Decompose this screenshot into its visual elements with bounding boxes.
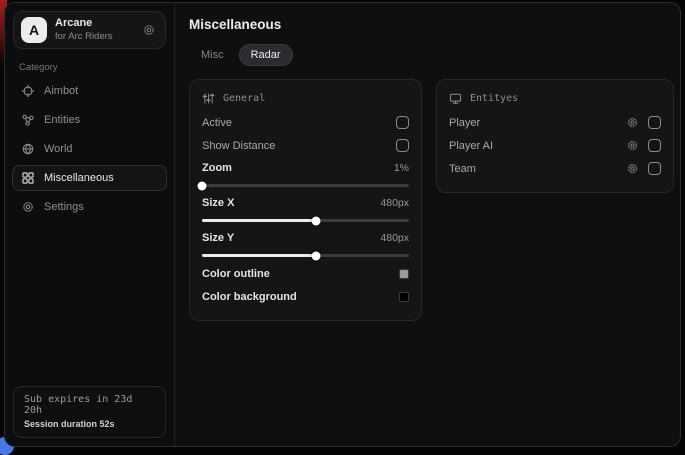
- globe-icon: [21, 142, 35, 156]
- page-title: Miscellaneous: [189, 17, 674, 32]
- monitor-icon: [449, 92, 462, 105]
- row-player: Player: [449, 111, 661, 134]
- tab-radar[interactable]: Radar: [239, 44, 293, 66]
- sidebar-item-label: Entities: [44, 114, 80, 126]
- card-title: Entityes: [470, 93, 518, 104]
- brand-logo: A: [21, 17, 47, 43]
- gear-icon[interactable]: [142, 23, 156, 37]
- row-label: Color background: [202, 291, 297, 303]
- sidebar-item-label: Settings: [44, 201, 84, 213]
- brand-text: Arcane for Arc Riders: [55, 17, 113, 43]
- slider-value: 480px: [380, 232, 409, 244]
- row-team: Team: [449, 157, 661, 180]
- slider-value: 1%: [394, 162, 409, 174]
- slider-label: Size X: [202, 197, 234, 209]
- color-swatch-color-outline[interactable]: [399, 269, 409, 279]
- sidebar-item-entities[interactable]: Entities: [12, 107, 167, 133]
- row-color-outline: Color outline: [202, 262, 409, 285]
- sidebar-item-aimbot[interactable]: Aimbot: [12, 78, 167, 104]
- slider-label: Zoom: [202, 162, 232, 174]
- sliders-icon: [202, 92, 215, 105]
- row-label: Player: [449, 117, 480, 129]
- sidebar-item-settings[interactable]: Settings: [12, 194, 167, 220]
- card-general: General Active Show Distance Zoom 1% Size X 48…: [189, 79, 422, 321]
- card-title: General: [223, 93, 265, 104]
- checkbox-player-ai[interactable]: [648, 139, 661, 152]
- checkbox-team[interactable]: [648, 162, 661, 175]
- sidebar-item-miscellaneous[interactable]: Miscellaneous: [12, 165, 167, 191]
- slider-size-x: Size X 480px: [202, 192, 409, 227]
- slider-zoom: Zoom 1%: [202, 157, 409, 192]
- row-label: Active: [202, 117, 232, 129]
- gear-icon: [21, 200, 35, 214]
- sidebar-nav: Aimbot Entities World Miscellaneous Settings: [5, 78, 174, 220]
- main-panel: Miscellaneous MiscRadar General Active Sho…: [175, 3, 681, 446]
- row-label: Show Distance: [202, 140, 275, 152]
- checkbox-show-distance[interactable]: [396, 139, 409, 152]
- slider-head: Zoom 1%: [202, 159, 409, 177]
- checkbox-player[interactable]: [648, 116, 661, 129]
- category-label: Category: [19, 62, 160, 73]
- gear-icon[interactable]: [142, 23, 156, 37]
- brand-name: Arcane: [55, 17, 113, 31]
- sidebar: A Arcane for Arc Riders Category Aimbot E…: [5, 3, 175, 446]
- row-controls: [626, 162, 661, 175]
- color-swatch-color-background[interactable]: [399, 292, 409, 302]
- gear-icon: [626, 116, 639, 129]
- row-active: Active: [202, 111, 409, 134]
- brand-card: A Arcane for Arc Riders: [13, 11, 166, 49]
- subscription-card: Sub expires in 23d 20h Session duration …: [13, 386, 166, 438]
- slider-track-size-x[interactable]: [202, 219, 409, 222]
- card-header: Entityes: [449, 92, 661, 105]
- slider-fill: [202, 254, 316, 257]
- gear-icon: [626, 139, 639, 152]
- slider-size-y: Size Y 480px: [202, 227, 409, 262]
- card-entityes: Entityes Player Player AI Team: [436, 79, 674, 193]
- subscription-expiry: Sub expires in 23d 20h: [24, 394, 155, 416]
- gear-icon[interactable]: [626, 139, 639, 152]
- slider-head: Size X 480px: [202, 194, 409, 212]
- brand-subtitle: for Arc Riders: [55, 31, 113, 43]
- row-show-distance: Show Distance: [202, 134, 409, 157]
- row-player-ai: Player AI: [449, 134, 661, 157]
- sidebar-item-label: World: [44, 143, 73, 155]
- row-controls: [626, 116, 661, 129]
- slider-track-zoom[interactable]: [202, 184, 409, 187]
- slider-label: Size Y: [202, 232, 234, 244]
- nodes-icon: [21, 113, 35, 127]
- card-header: General: [202, 92, 409, 105]
- row-label: Team: [449, 163, 476, 175]
- tab-misc[interactable]: Misc: [189, 44, 236, 66]
- gear-icon[interactable]: [626, 116, 639, 129]
- session-duration: Session duration 52s: [24, 419, 155, 429]
- slider-thumb[interactable]: [311, 216, 320, 225]
- tab-bar: MiscRadar: [189, 44, 674, 66]
- row-label: Player AI: [449, 140, 493, 152]
- gear-icon: [626, 162, 639, 175]
- arcane-menu-window: A Arcane for Arc Riders Category Aimbot E…: [4, 2, 681, 447]
- grid-icon: [21, 171, 35, 185]
- slider-fill: [202, 219, 316, 222]
- row-label: Color outline: [202, 268, 270, 280]
- row-color-background: Color background: [202, 285, 409, 308]
- sidebar-item-label: Aimbot: [44, 85, 78, 97]
- crosshair-icon: [21, 84, 35, 98]
- slider-thumb[interactable]: [311, 251, 320, 260]
- checkbox-active[interactable]: [396, 116, 409, 129]
- gear-icon[interactable]: [626, 162, 639, 175]
- cards-container: General Active Show Distance Zoom 1% Size X 48…: [189, 79, 674, 321]
- slider-value: 480px: [380, 197, 409, 209]
- slider-head: Size Y 480px: [202, 229, 409, 247]
- sidebar-item-label: Miscellaneous: [44, 172, 114, 184]
- slider-thumb[interactable]: [198, 181, 207, 190]
- slider-track-size-y[interactable]: [202, 254, 409, 257]
- row-controls: [626, 139, 661, 152]
- sidebar-item-world[interactable]: World: [12, 136, 167, 162]
